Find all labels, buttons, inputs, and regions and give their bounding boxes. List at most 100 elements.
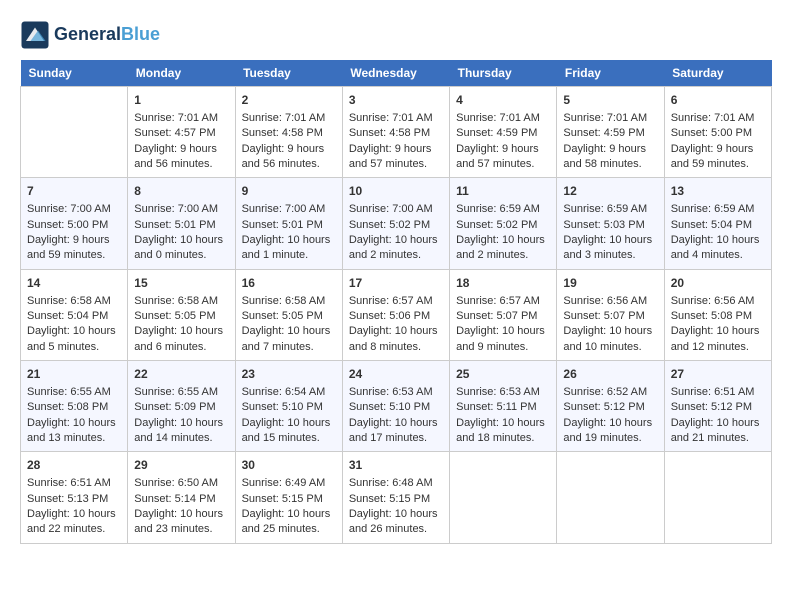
calendar-cell: 16 Sunrise: 6:58 AM Sunset: 5:05 PM Dayli… [235,269,342,360]
day-info: Sunrise: 6:59 AM Sunset: 5:03 PM Dayligh… [563,203,652,261]
calendar-cell [557,452,664,543]
calendar-cell: 30 Sunrise: 6:49 AM Sunset: 5:15 PM Dayli… [235,452,342,543]
calendar-cell: 12 Sunrise: 6:59 AM Sunset: 5:03 PM Dayli… [557,178,664,269]
day-info: Sunrise: 7:01 AM Sunset: 4:57 PM Dayligh… [134,112,218,170]
day-info: Sunrise: 6:51 AM Sunset: 5:13 PM Dayligh… [27,477,116,535]
calendar-cell: 13Sunrise: 6:59 AM Sunset: 5:04 PM Dayli… [664,178,771,269]
day-number: 18 [456,275,550,292]
day-info: Sunrise: 7:01 AM Sunset: 4:58 PM Dayligh… [242,112,326,170]
calendar-week-5: 28 Sunrise: 6:51 AM Sunset: 5:13 PM Dayli… [21,452,772,543]
calendar-cell: 24 Sunrise: 6:53 AM Sunset: 5:10 PM Dayli… [342,361,449,452]
calendar-cell: 25 Sunrise: 6:53 AM Sunset: 5:11 PM Dayli… [450,361,557,452]
weekday-header-saturday: Saturday [664,60,771,87]
day-info: Sunrise: 6:55 AM Sunset: 5:09 PM Dayligh… [134,386,223,444]
day-info: Sunrise: 6:53 AM Sunset: 5:10 PM Dayligh… [349,386,438,444]
day-info: Sunrise: 7:01 AM Sunset: 4:58 PM Dayligh… [349,112,433,170]
calendar-cell: 8 Sunrise: 7:00 AM Sunset: 5:01 PM Daylig… [128,178,235,269]
calendar-cell: 10Sunrise: 7:00 AM Sunset: 5:02 PM Dayli… [342,178,449,269]
calendar-cell [664,452,771,543]
day-info: Sunrise: 6:48 AM Sunset: 5:15 PM Dayligh… [349,477,438,535]
day-info: Sunrise: 7:01 AM Sunset: 4:59 PM Dayligh… [563,112,647,170]
day-number: 3 [349,92,443,109]
day-number: 31 [349,457,443,474]
calendar-cell: 3 Sunrise: 7:01 AM Sunset: 4:58 PM Daylig… [342,87,449,178]
calendar-week-4: 21 Sunrise: 6:55 AM Sunset: 5:08 PM Dayli… [21,361,772,452]
day-number: 21 [27,366,121,383]
day-number: 12 [563,183,657,200]
day-number: 28 [27,457,121,474]
calendar-cell: 1 Sunrise: 7:01 AM Sunset: 4:57 PM Daylig… [128,87,235,178]
calendar-cell: 23 Sunrise: 6:54 AM Sunset: 5:10 PM Dayli… [235,361,342,452]
day-info: Sunrise: 6:58 AM Sunset: 5:05 PM Dayligh… [134,295,223,353]
weekday-header-friday: Friday [557,60,664,87]
day-number: 10 [349,183,443,200]
calendar-cell: 17Sunrise: 6:57 AM Sunset: 5:06 PM Dayli… [342,269,449,360]
calendar-cell: 21 Sunrise: 6:55 AM Sunset: 5:08 PM Dayli… [21,361,128,452]
weekday-header-tuesday: Tuesday [235,60,342,87]
calendar-cell: 19Sunrise: 6:56 AM Sunset: 5:07 PM Dayli… [557,269,664,360]
calendar-cell: 14Sunrise: 6:58 AM Sunset: 5:04 PM Dayli… [21,269,128,360]
day-number: 4 [456,92,550,109]
day-number: 15 [134,275,228,292]
calendar-cell: 31 Sunrise: 6:48 AM Sunset: 5:15 PM Dayli… [342,452,449,543]
day-info: Sunrise: 6:55 AM Sunset: 5:08 PM Dayligh… [27,386,116,444]
day-number: 23 [242,366,336,383]
calendar-cell: 4 Sunrise: 7:01 AM Sunset: 4:59 PM Daylig… [450,87,557,178]
calendar-table: SundayMondayTuesdayWednesdayThursdayFrid… [20,60,772,544]
day-number: 27 [671,366,765,383]
calendar-week-3: 14Sunrise: 6:58 AM Sunset: 5:04 PM Dayli… [21,269,772,360]
day-info: Sunrise: 7:00 AM Sunset: 5:01 PM Dayligh… [242,203,331,261]
day-info: Sunrise: 6:56 AM Sunset: 5:08 PM Dayligh… [671,295,760,353]
day-info: Sunrise: 6:50 AM Sunset: 5:14 PM Dayligh… [134,477,223,535]
weekday-header-sunday: Sunday [21,60,128,87]
calendar-cell: 26 Sunrise: 6:52 AM Sunset: 5:12 PM Dayli… [557,361,664,452]
day-info: Sunrise: 6:54 AM Sunset: 5:10 PM Dayligh… [242,386,331,444]
logo-icon [20,20,50,50]
day-info: Sunrise: 7:00 AM Sunset: 5:00 PM Dayligh… [27,203,111,261]
day-number: 24 [349,366,443,383]
calendar-cell: 18 Sunrise: 6:57 AM Sunset: 5:07 PM Dayli… [450,269,557,360]
day-number: 7 [27,183,121,200]
weekday-header-monday: Monday [128,60,235,87]
day-info: Sunrise: 6:56 AM Sunset: 5:07 PM Dayligh… [563,295,652,353]
day-info: Sunrise: 6:57 AM Sunset: 5:06 PM Dayligh… [349,295,438,353]
calendar-cell: 11Sunrise: 6:59 AM Sunset: 5:02 PM Dayli… [450,178,557,269]
day-number: 9 [242,183,336,200]
calendar-cell: 2 Sunrise: 7:01 AM Sunset: 4:58 PM Daylig… [235,87,342,178]
calendar-cell: 5 Sunrise: 7:01 AM Sunset: 4:59 PM Daylig… [557,87,664,178]
day-number: 1 [134,92,228,109]
calendar-cell: 27 Sunrise: 6:51 AM Sunset: 5:12 PM Dayli… [664,361,771,452]
day-info: Sunrise: 7:01 AM Sunset: 5:00 PM Dayligh… [671,112,755,170]
calendar-cell [450,452,557,543]
day-number: 5 [563,92,657,109]
day-info: Sunrise: 7:00 AM Sunset: 5:01 PM Dayligh… [134,203,223,261]
day-number: 30 [242,457,336,474]
page-header: GeneralBlue [20,20,772,50]
calendar-cell: 15 Sunrise: 6:58 AM Sunset: 5:05 PM Dayli… [128,269,235,360]
day-number: 25 [456,366,550,383]
calendar-cell: 9 Sunrise: 7:00 AM Sunset: 5:01 PM Daylig… [235,178,342,269]
day-number: 14 [27,275,121,292]
weekday-header-thursday: Thursday [450,60,557,87]
day-info: Sunrise: 7:01 AM Sunset: 4:59 PM Dayligh… [456,112,540,170]
calendar-cell: 20Sunrise: 6:56 AM Sunset: 5:08 PM Dayli… [664,269,771,360]
day-number: 6 [671,92,765,109]
day-info: Sunrise: 6:53 AM Sunset: 5:11 PM Dayligh… [456,386,545,444]
day-number: 16 [242,275,336,292]
day-number: 2 [242,92,336,109]
calendar-cell: 6 Sunrise: 7:01 AM Sunset: 5:00 PM Daylig… [664,87,771,178]
weekday-header-row: SundayMondayTuesdayWednesdayThursdayFrid… [21,60,772,87]
calendar-cell: 7 Sunrise: 7:00 AM Sunset: 5:00 PM Daylig… [21,178,128,269]
day-info: Sunrise: 6:51 AM Sunset: 5:12 PM Dayligh… [671,386,760,444]
calendar-week-2: 7 Sunrise: 7:00 AM Sunset: 5:00 PM Daylig… [21,178,772,269]
day-info: Sunrise: 6:57 AM Sunset: 5:07 PM Dayligh… [456,295,545,353]
day-number: 11 [456,183,550,200]
day-info: Sunrise: 6:49 AM Sunset: 5:15 PM Dayligh… [242,477,331,535]
day-info: Sunrise: 6:58 AM Sunset: 5:05 PM Dayligh… [242,295,331,353]
day-info: Sunrise: 6:59 AM Sunset: 5:04 PM Dayligh… [671,203,760,261]
logo-text: GeneralBlue [54,25,160,45]
day-number: 26 [563,366,657,383]
day-number: 8 [134,183,228,200]
calendar-cell: 22Sunrise: 6:55 AM Sunset: 5:09 PM Dayli… [128,361,235,452]
day-info: Sunrise: 6:52 AM Sunset: 5:12 PM Dayligh… [563,386,652,444]
